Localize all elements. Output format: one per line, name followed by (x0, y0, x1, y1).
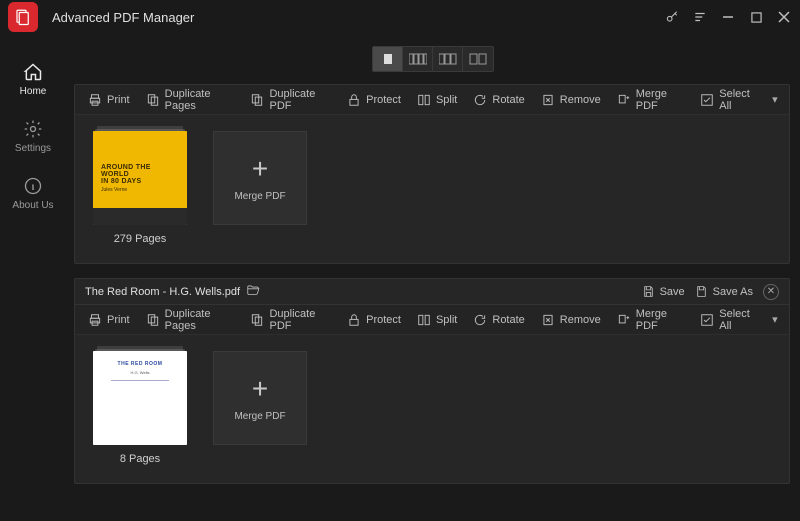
merge-icon (617, 93, 631, 107)
toolbar-more-button[interactable]: ▾ (767, 311, 783, 329)
cover-preview: THE RED ROOM H.G. Wells (93, 351, 187, 445)
duplicate-pdf-button[interactable]: Duplicate PDF (243, 85, 338, 115)
folder-open-icon[interactable] (246, 283, 260, 300)
sidebar-item-label: Home (20, 86, 47, 97)
view-mode-single[interactable] (373, 47, 403, 71)
close-document-button[interactable]: ✕ (763, 284, 779, 300)
save-icon (642, 285, 656, 299)
sidebar-item-settings[interactable]: Settings (15, 119, 51, 154)
document-thumbnail[interactable]: THE RED ROOM H.G. Wells 8 Pages (93, 351, 187, 465)
document-header: The Red Room - H.G. Wells.pdf Save Save … (75, 279, 789, 305)
minimize-button[interactable] (720, 9, 736, 25)
merge-icon (617, 313, 631, 327)
gear-icon (23, 119, 43, 139)
remove-icon (541, 93, 555, 107)
merge-pdf-button[interactable]: Merge PDF (610, 305, 691, 335)
merge-pdf-tile[interactable]: + Merge PDF (213, 351, 307, 445)
home-icon (23, 62, 43, 82)
rotate-icon (473, 93, 487, 107)
view-mode-grid-small[interactable] (403, 47, 433, 71)
split-button[interactable]: Split (410, 310, 464, 330)
select-all-icon (700, 93, 714, 107)
key-icon[interactable] (664, 9, 680, 25)
print-icon (88, 93, 102, 107)
save-as-icon (695, 285, 709, 299)
save-as-button[interactable]: Save As (695, 285, 753, 299)
remove-button[interactable]: Remove (534, 310, 608, 330)
split-button[interactable]: Split (410, 90, 464, 110)
document-toolbar: Print Duplicate Pages Duplicate PDF Prot… (75, 305, 789, 335)
sidebar-item-home[interactable]: Home (20, 62, 47, 97)
lock-icon (347, 313, 361, 327)
duplicate-pages-icon (146, 93, 160, 107)
sidebar: Home Settings About Us (0, 34, 66, 521)
print-button[interactable]: Print (81, 90, 137, 110)
view-mode-strip (66, 40, 800, 78)
merge-pdf-tile[interactable]: + Merge PDF (213, 131, 307, 225)
close-button[interactable] (776, 9, 792, 25)
app-title: Advanced PDF Manager (52, 10, 664, 25)
plus-icon: + (252, 375, 268, 403)
plus-icon: + (252, 155, 268, 183)
select-all-icon (700, 313, 714, 327)
rotate-button[interactable]: Rotate (466, 310, 531, 330)
remove-icon (541, 313, 555, 327)
remove-button[interactable]: Remove (534, 90, 608, 110)
document-filename: The Red Room - H.G. Wells.pdf (85, 286, 240, 298)
duplicate-pdf-icon (250, 313, 264, 327)
sidebar-item-label: About Us (12, 200, 53, 211)
duplicate-pdf-icon (250, 93, 264, 107)
rotate-button[interactable]: Rotate (466, 90, 531, 110)
duplicate-pdf-button[interactable]: Duplicate PDF (243, 305, 338, 335)
document-block: Print Duplicate Pages Duplicate PDF Prot… (74, 84, 790, 264)
print-button[interactable]: Print (81, 310, 137, 330)
protect-button[interactable]: Protect (340, 310, 408, 330)
split-icon (417, 313, 431, 327)
duplicate-pages-icon (146, 313, 160, 327)
select-all-button[interactable]: Select All (693, 305, 765, 335)
toolbar-more-button[interactable]: ▾ (767, 91, 783, 109)
document-block: The Red Room - H.G. Wells.pdf Save Save … (74, 278, 790, 484)
maximize-button[interactable] (748, 9, 764, 25)
rotate-icon (473, 313, 487, 327)
document-scroll-area[interactable]: Print Duplicate Pages Duplicate PDF Prot… (66, 78, 798, 521)
document-thumbnail[interactable]: Around the World in 80 Days Jules Verne … (93, 131, 187, 245)
save-button[interactable]: Save (642, 285, 685, 299)
sidebar-item-about[interactable]: About Us (12, 176, 53, 211)
app-logo (8, 2, 38, 32)
duplicate-pages-button[interactable]: Duplicate Pages (139, 85, 242, 115)
menu-icon[interactable] (692, 9, 708, 25)
print-icon (88, 313, 102, 327)
duplicate-pages-button[interactable]: Duplicate Pages (139, 305, 242, 335)
document-toolbar: Print Duplicate Pages Duplicate PDF Prot… (75, 85, 789, 115)
info-icon (23, 176, 43, 196)
sidebar-item-label: Settings (15, 143, 51, 154)
split-icon (417, 93, 431, 107)
protect-button[interactable]: Protect (340, 90, 408, 110)
page-count-label: 8 Pages (120, 453, 160, 465)
main-area: Print Duplicate Pages Duplicate PDF Prot… (66, 34, 800, 521)
view-mode-two-up[interactable] (463, 47, 493, 71)
page-count-label: 279 Pages (114, 233, 167, 245)
merge-pdf-button[interactable]: Merge PDF (610, 85, 691, 115)
select-all-button[interactable]: Select All (693, 85, 765, 115)
cover-preview: Around the World in 80 Days Jules Verne (93, 131, 187, 225)
view-mode-grid-medium[interactable] (433, 47, 463, 71)
lock-icon (347, 93, 361, 107)
